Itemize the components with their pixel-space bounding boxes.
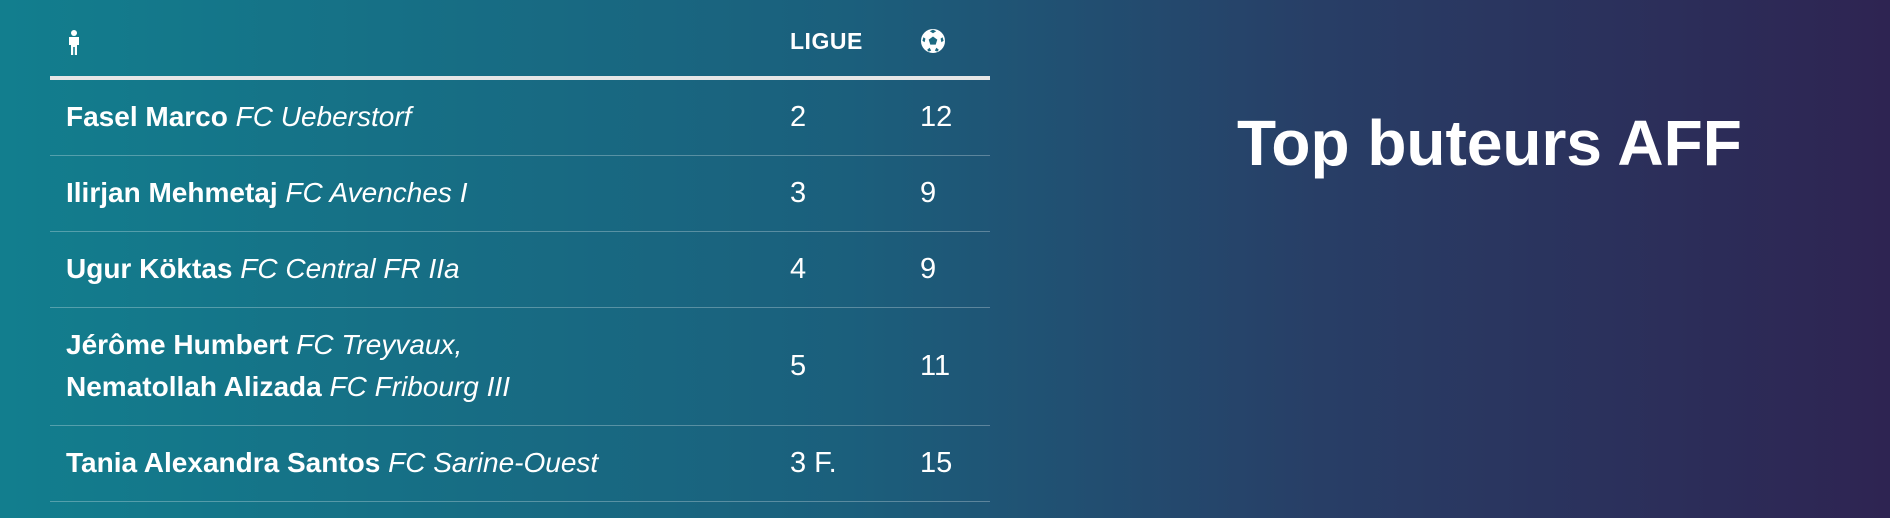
- table-row: Jérôme Humbert FC Treyvaux, Nematollah A…: [50, 308, 990, 426]
- player-name: Nematollah Alizada: [66, 371, 322, 402]
- goals-cell: 11: [920, 350, 951, 382]
- top-scorers-table: LIGUE Fasel Marco FC Ueberstorf 2 12 Ili…: [50, 0, 990, 502]
- page-title: Top buteurs AFF: [1237, 107, 1742, 179]
- player-name: Ilirjan Mehmetaj: [66, 177, 278, 208]
- league-cell: 3 F.: [790, 447, 837, 479]
- goals-cell: 9: [920, 253, 937, 285]
- table-row: Fasel Marco FC Ueberstorf 2 12: [50, 80, 990, 156]
- goals-cell: 9: [920, 177, 937, 209]
- player-club: FC Sarine-Ouest: [388, 447, 599, 478]
- player-line: Jérôme Humbert FC Treyvaux,: [66, 324, 766, 366]
- table-row: Tania Alexandra Santos FC Sarine-Ouest 3…: [50, 426, 990, 502]
- player-club: FC Treyvaux,: [296, 329, 463, 360]
- league-cell: 4: [790, 253, 807, 285]
- player-club: FC Fribourg III: [329, 371, 510, 402]
- player-club: FC Ueberstorf: [235, 101, 412, 132]
- table-header: LIGUE: [50, 0, 990, 80]
- league-column-header: LIGUE: [790, 28, 863, 54]
- league-cell: 2: [790, 101, 807, 133]
- league-cell: 3: [790, 177, 807, 209]
- player-club: FC Avenches I: [285, 177, 468, 208]
- player-cell: Ugur Köktas FC Central FR IIa: [66, 248, 766, 290]
- goals-cell: 15: [920, 447, 953, 479]
- player-cell: Jérôme Humbert FC Treyvaux, Nematollah A…: [66, 324, 766, 408]
- player-name: Fasel Marco: [66, 101, 228, 132]
- player-name: Jérôme Humbert: [66, 329, 289, 360]
- player-name: Ugur Köktas: [66, 253, 233, 284]
- table-row: Ilirjan Mehmetaj FC Avenches I 3 9: [50, 156, 990, 232]
- player-name: Tania Alexandra Santos: [66, 447, 381, 478]
- goals-cell: 12: [920, 101, 953, 133]
- player-cell: Tania Alexandra Santos FC Sarine-Ouest: [66, 442, 766, 484]
- player-line: Nematollah Alizada FC Fribourg III: [66, 366, 766, 408]
- player-cell: Ilirjan Mehmetaj FC Avenches I: [66, 172, 766, 214]
- player-club: FC Central FR IIa: [240, 253, 460, 284]
- league-cell: 5: [790, 350, 807, 382]
- table-row: Ugur Köktas FC Central FR IIa 4 9: [50, 232, 990, 308]
- player-cell: Fasel Marco FC Ueberstorf: [66, 96, 766, 138]
- person-icon: [66, 30, 82, 56]
- soccer-ball-icon: [920, 28, 946, 54]
